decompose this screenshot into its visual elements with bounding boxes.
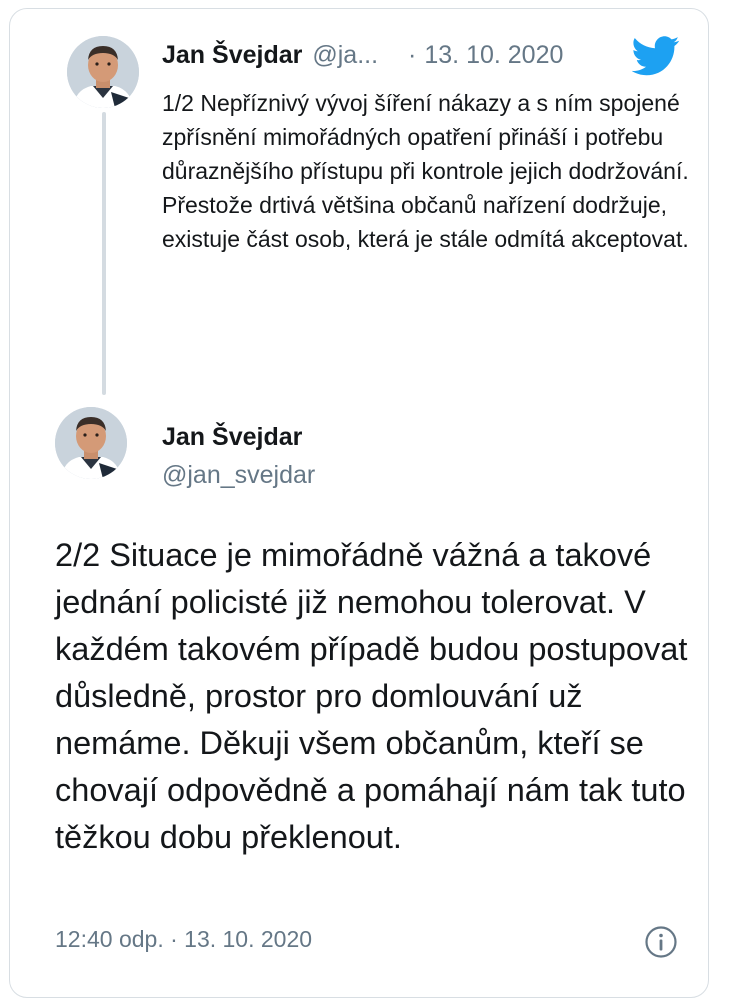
parent-tweet-header: Jan Švejdar @ja... · 13. 10. 2020 [162,41,563,70]
parent-author-handle[interactable]: @ja... [312,41,378,70]
parent-tweet-date[interactable]: 13. 10. 2020 [424,41,563,70]
parent-author-name[interactable]: Jan Švejdar [162,41,302,70]
main-author-avatar[interactable] [55,407,127,479]
parent-tweet-text: 1/2 Nepříznivý vývoj šíření nákazy a s n… [162,90,689,252]
main-tweet-text: 2/2 Situace je mimořádně vážná a takové … [55,537,688,855]
parent-author-avatar[interactable] [67,36,139,108]
thread-connector-line [102,112,106,395]
tweet-timestamp[interactable]: 12:40 odp. · 13. 10. 2020 [55,926,312,953]
header-separator: · [408,41,417,69]
twitter-bird-icon[interactable] [632,36,680,76]
main-author-name[interactable]: Jan Švejdar [162,420,315,454]
main-author-handle[interactable]: @jan_svejdar [162,458,315,492]
main-author-block: Jan Švejdar @jan_svejdar [162,420,315,492]
info-icon[interactable] [644,925,678,959]
